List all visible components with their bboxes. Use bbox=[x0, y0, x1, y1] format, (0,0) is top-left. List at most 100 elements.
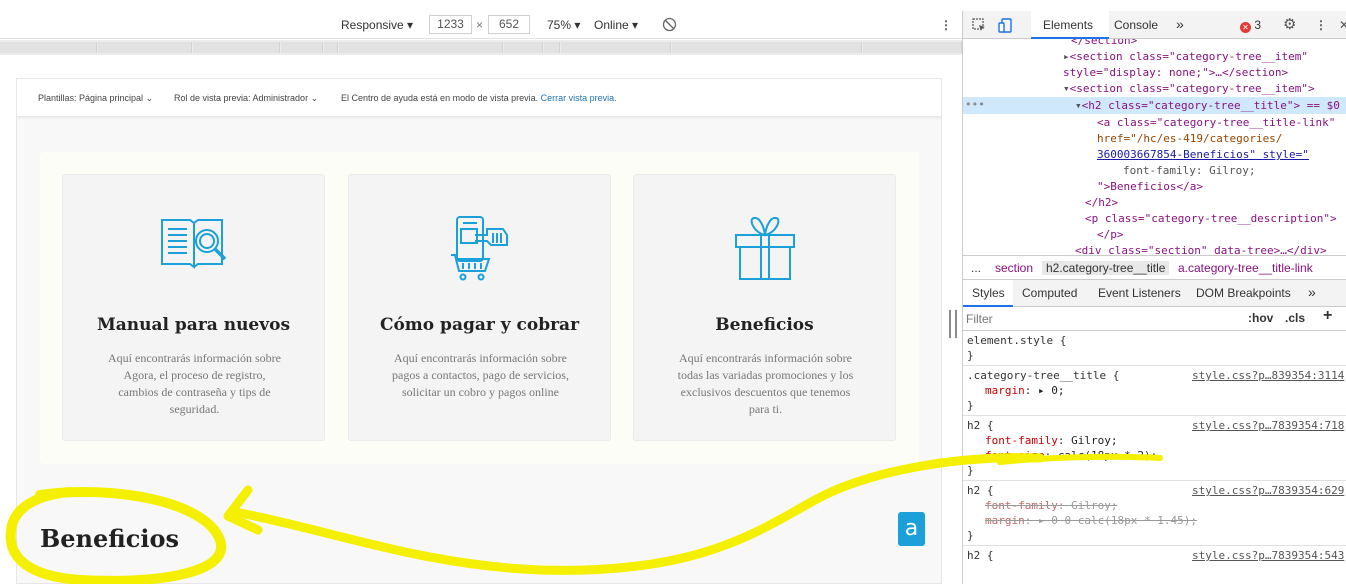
dom-line-text: <section class="category-tree__item"> bbox=[1069, 82, 1315, 95]
category-title[interactable]: Beneficios bbox=[634, 315, 895, 335]
rule-selector[interactable]: h2 { bbox=[967, 483, 994, 498]
tab-dom-breakpoints[interactable]: DOM Breakpoints bbox=[1196, 286, 1291, 300]
rule-source-link[interactable]: style.css?p…7839354:718 bbox=[1192, 418, 1344, 433]
templates-dropdown[interactable]: Plantillas: Página principal ⌄ bbox=[38, 93, 153, 104]
tab-event-listeners[interactable]: Event Listeners bbox=[1098, 286, 1181, 300]
device-toolbar: Responsive ▾ 1233 × 652 75% ▾ Online ▾ ⋮ bbox=[0, 11, 962, 39]
dom-line[interactable]: style="display: none;">…</section> bbox=[1063, 65, 1288, 80]
dom-line[interactable]: ">Beneficios</a> bbox=[1097, 179, 1203, 194]
dom-line[interactable]: font-family: Gilroy; bbox=[1123, 163, 1255, 178]
dom-line[interactable]: ▾<section class="category-tree__item"> bbox=[1063, 81, 1315, 96]
breadcrumb: ... section h2.category-tree__title a.ca… bbox=[963, 255, 1346, 280]
width-input[interactable]: 1233 bbox=[429, 15, 472, 34]
tab-computed[interactable]: Computed bbox=[1022, 286, 1077, 300]
breadcrumb-ellipsis[interactable]: ... bbox=[971, 261, 981, 275]
chevron-down-icon: ⌄ bbox=[145, 93, 154, 103]
styles-subtabs: Styles Computed Event Listeners DOM Brea… bbox=[963, 280, 1346, 307]
breadcrumb-item[interactable]: a.category-tree__title-link bbox=[1178, 261, 1313, 275]
hover-state-toggle[interactable]: :hov bbox=[1248, 311, 1273, 325]
zoom-select[interactable]: 75% ▾ bbox=[547, 17, 580, 33]
more-subtabs-icon[interactable]: » bbox=[1308, 284, 1316, 300]
dom-line[interactable]: 360003667854-Beneficios" style=" bbox=[1097, 147, 1309, 162]
close-preview-link[interactable]: Cerrar vista previa. bbox=[541, 93, 617, 103]
dom-line[interactable]: </section> bbox=[1071, 39, 1137, 48]
settings-gear-icon[interactable]: ⚙ bbox=[1283, 15, 1296, 33]
devtools-tabbar: Elements Console » ✕ 3 ⚙ ⋮ ✕ bbox=[963, 11, 1346, 39]
class-toggle[interactable]: .cls bbox=[1285, 311, 1305, 325]
category-card[interactable]: Beneficios Aquí encontrarás información … bbox=[633, 174, 896, 441]
rule-close: } bbox=[967, 529, 974, 542]
device-select[interactable]: Responsive ▾ bbox=[341, 17, 413, 33]
rule-close: } bbox=[967, 399, 974, 412]
page-viewport: Plantillas: Página principal ⌄ Rol de vi… bbox=[16, 78, 942, 584]
tab-styles[interactable]: Styles bbox=[972, 286, 1005, 300]
dimension-separator: × bbox=[476, 18, 484, 32]
category-title[interactable]: Manual para nuevos bbox=[63, 315, 324, 335]
rule-selector[interactable]: h2 { bbox=[967, 418, 994, 433]
rule-source-link[interactable]: style.css?p…839354:3114 bbox=[1192, 368, 1344, 383]
media-query-ruler[interactable] bbox=[0, 40, 962, 55]
element-style-selector[interactable]: element.style { bbox=[967, 333, 1066, 348]
category-title[interactable]: Cómo pagar y cobrar bbox=[349, 315, 610, 335]
rule-declaration[interactable]: margin: ▸ 0; bbox=[985, 383, 1065, 398]
help-widget-button[interactable]: a bbox=[898, 512, 925, 546]
network-select[interactable]: Online ▾ bbox=[594, 17, 638, 33]
breadcrumb-item[interactable]: section bbox=[995, 261, 1033, 275]
category-card[interactable]: Manual para nuevos Aquí encontrarás info… bbox=[62, 174, 325, 441]
dom-line-text: <h2 class="category-tree__title"> == $0 bbox=[1081, 99, 1340, 112]
dom-line[interactable]: <p class="category-tree__description"> bbox=[1085, 211, 1337, 226]
property-name: margin bbox=[985, 514, 1025, 527]
node-actions-icon[interactable]: ••• bbox=[965, 97, 985, 112]
new-rule-button[interactable]: + bbox=[1323, 307, 1332, 325]
dom-line[interactable]: </h2> bbox=[1085, 195, 1118, 210]
rule-source-link[interactable]: style.css?p…7839354:629 bbox=[1192, 483, 1344, 498]
more-tabs-icon[interactable]: » bbox=[1176, 16, 1184, 32]
rule-declaration[interactable]: font-family: Gilroy; bbox=[985, 433, 1117, 448]
rule-selector[interactable]: h2 { bbox=[967, 548, 994, 563]
category-card[interactable]: Cómo pagar y cobrar Aquí encontrarás inf… bbox=[348, 174, 611, 441]
more-options-icon[interactable]: ⋮ bbox=[940, 17, 952, 33]
rule-source-link[interactable]: style.css?p…7839354:543 bbox=[1192, 548, 1344, 563]
dom-line[interactable]: <a class="category-tree__title-link" bbox=[1097, 115, 1335, 130]
widget-letter: a bbox=[904, 516, 919, 541]
overridden-declaration[interactable]: margin: ▸ 0 0 calc(18px * 1.45); bbox=[985, 513, 1197, 528]
device-toggle-icon[interactable] bbox=[998, 18, 1014, 36]
network-label: Online bbox=[594, 18, 629, 32]
breadcrumb-item-selected[interactable]: h2.category-tree__title bbox=[1042, 261, 1170, 275]
styles-pane: element.style { } .category-tree__title … bbox=[963, 331, 1346, 584]
role-dropdown[interactable]: Rol de vista previa: Administrador ⌄ bbox=[174, 93, 318, 104]
zoom-label: 75% bbox=[547, 18, 572, 32]
property-value: ▸ 0; bbox=[1038, 384, 1065, 397]
section-heading[interactable]: Beneficios bbox=[40, 524, 179, 553]
height-input[interactable]: 652 bbox=[488, 15, 530, 34]
close-devtools-icon[interactable]: ✕ bbox=[1339, 18, 1346, 32]
devtools-menu-icon[interactable]: ⋮ bbox=[1315, 18, 1327, 32]
inspect-icon[interactable] bbox=[972, 18, 987, 36]
chevron-down-icon: ⌄ bbox=[310, 93, 319, 103]
rule-selector[interactable]: .category-tree__title { bbox=[967, 368, 1119, 383]
dom-line-selected[interactable]: ▾<h2 class="category-tree__title"> == $0 bbox=[1075, 98, 1340, 113]
error-count: 3 bbox=[1254, 18, 1262, 32]
dom-line[interactable]: ▸<section class="category-tree__item" bbox=[1063, 49, 1308, 64]
property-value: calc(18px * 2); bbox=[1057, 449, 1158, 462]
gift-icon bbox=[734, 215, 796, 286]
property-name: font-family bbox=[985, 499, 1058, 512]
rule-close: } bbox=[967, 349, 974, 362]
device-label: Responsive bbox=[341, 18, 404, 32]
tab-console[interactable]: Console bbox=[1114, 18, 1158, 32]
rotate-icon[interactable] bbox=[662, 17, 677, 36]
dom-line[interactable]: href="/hc/es-419/categories/ bbox=[1097, 131, 1282, 146]
rule-declaration[interactable]: font-size: calc(18px * 2); bbox=[985, 448, 1157, 463]
category-description: Aquí encontrarás información sobre Agora… bbox=[108, 351, 281, 416]
dom-line[interactable]: <div class="section" data-tree>…</div> bbox=[1075, 243, 1327, 255]
dom-line-text: <section class="category-tree__item" bbox=[1069, 50, 1309, 63]
manual-book-icon bbox=[160, 215, 228, 276]
styles-filter-input[interactable] bbox=[966, 310, 1238, 328]
tab-elements[interactable]: Elements bbox=[1043, 18, 1093, 32]
styles-filter-bar: :hov .cls + bbox=[963, 307, 1346, 331]
property-value: Gilroy; bbox=[1071, 434, 1118, 447]
overridden-declaration[interactable]: font-family: Gilroy; bbox=[985, 498, 1117, 513]
error-badge[interactable]: ✕ 3 bbox=[1240, 18, 1261, 33]
dom-line[interactable]: </p> bbox=[1097, 227, 1124, 242]
resize-handle-icon[interactable] bbox=[949, 310, 958, 338]
